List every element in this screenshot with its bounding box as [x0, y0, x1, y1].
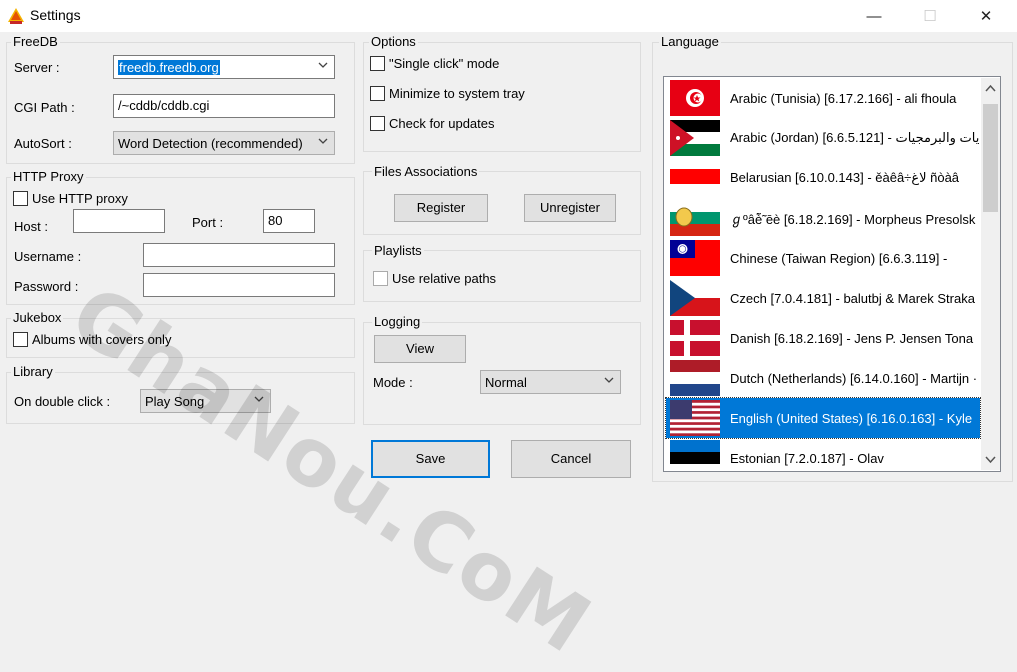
- checkbox-box[interactable]: [13, 191, 28, 206]
- language-item-label: English (United States) [6.16.0.163] - K…: [730, 410, 973, 426]
- minimize-to-tray-label: Minimize to system tray: [389, 86, 525, 101]
- language-list-item[interactable]: Arabic (Jordan) [6.6.5.121] - يات والبرم…: [666, 118, 980, 158]
- cgi-path-label: CGI Path :: [14, 100, 75, 115]
- password-input[interactable]: [143, 273, 335, 297]
- log-mode-select[interactable]: Normal: [480, 370, 621, 394]
- flag-tunisia-icon: [670, 80, 720, 116]
- flag-estonia-icon: [670, 440, 720, 471]
- app-logo-icon: [6, 6, 26, 26]
- language-list-item[interactable]: ℊºâè̃̃ ēè [6.18.2.169] - Morpheus Presol…: [666, 198, 980, 238]
- language-item-label: Dutch (Netherlands) [6.14.0.160] - Marti…: [730, 370, 978, 386]
- language-list-item[interactable]: Estonian [7.2.0.187] - Olav: [666, 438, 980, 471]
- close-button[interactable]: ✕: [963, 0, 1009, 32]
- logging-group-title: Logging: [372, 314, 423, 329]
- chevron-down-icon: [604, 377, 614, 383]
- checkbox-box[interactable]: [370, 56, 385, 71]
- server-combobox[interactable]: freedb.freedb.org: [113, 55, 335, 79]
- cancel-button[interactable]: Cancel: [511, 440, 631, 478]
- options-group-title: Options: [369, 34, 418, 49]
- language-item-label: Arabic (Tunisia) [6.17.2.166] - ali fhou…: [730, 90, 957, 106]
- language-group-title: Language: [659, 34, 721, 49]
- host-input[interactable]: [73, 209, 165, 233]
- library-group-title: Library: [11, 364, 55, 379]
- relative-paths-label: Use relative paths: [392, 271, 497, 286]
- minimize-button[interactable]: —: [851, 0, 897, 32]
- log-mode-value: Normal: [485, 375, 527, 390]
- flag-belarus-icon: [670, 160, 720, 196]
- port-label: Port :: [192, 215, 224, 230]
- flag-usa-icon: [670, 400, 720, 436]
- language-item-label: Czech [7.0.4.181] - balutbj & Marek Stra…: [730, 290, 975, 306]
- language-item-label: Chinese (Taiwan Region) [6.6.3.119] -: [730, 250, 948, 266]
- language-list-item[interactable]: English (United States) [6.16.0.163] - K…: [665, 397, 981, 439]
- check-updates-label: Check for updates: [389, 116, 495, 131]
- checkbox-box[interactable]: [370, 116, 385, 131]
- checkbox-box[interactable]: [13, 332, 28, 347]
- username-label: Username :: [14, 249, 82, 264]
- use-http-proxy-label: Use HTTP proxy: [32, 191, 128, 206]
- unregister-button[interactable]: Unregister: [524, 194, 616, 222]
- port-input[interactable]: 80: [263, 209, 315, 233]
- language-list-item[interactable]: Arabic (Tunisia) [6.17.2.166] - ali fhou…: [666, 78, 980, 118]
- single-click-mode-checkbox[interactable]: "Single click" mode: [370, 56, 499, 71]
- language-item-label: Danish [6.18.2.169] - Jens P. Jensen Ton…: [730, 330, 974, 346]
- playlists-group-title: Playlists: [372, 243, 424, 258]
- checkbox-box[interactable]: [370, 86, 385, 101]
- language-list[interactable]: Arabic (Tunisia) [6.17.2.166] - ali fhou…: [663, 76, 1001, 472]
- username-input[interactable]: [143, 243, 335, 267]
- scroll-up-icon[interactable]: [985, 84, 996, 92]
- scrollbar-thumb[interactable]: [983, 104, 998, 212]
- chevron-down-icon: [318, 62, 328, 68]
- freedb-group-title: FreeDB: [11, 34, 60, 49]
- flag-bulgaria-icon: [670, 200, 720, 236]
- language-list-item[interactable]: Czech [7.0.4.181] - balutbj & Marek Stra…: [666, 278, 980, 318]
- chevron-down-icon: [318, 138, 328, 144]
- language-list-item[interactable]: Dutch (Netherlands) [6.14.0.160] - Marti…: [666, 358, 980, 398]
- files-associations-group-title: Files Associations: [372, 164, 480, 179]
- server-label: Server :: [14, 60, 60, 75]
- server-value: freedb.freedb.org: [118, 60, 220, 75]
- checkbox-box[interactable]: [373, 271, 388, 286]
- view-log-button[interactable]: View: [374, 335, 466, 363]
- language-list-item[interactable]: Danish [6.18.2.169] - Jens P. Jensen Ton…: [666, 318, 980, 358]
- language-item-label: Arabic (Jordan) [6.6.5.121] - يات والبرم…: [730, 130, 980, 145]
- double-click-label: On double click :: [14, 394, 111, 409]
- cgi-path-input[interactable]: /~cddb/cddb.cgi: [113, 94, 335, 118]
- language-item-label: Belarusian [6.10.0.143] - ěàêâ÷لاغ ñòàâ: [730, 170, 960, 185]
- flag-denmark-icon: [670, 320, 720, 356]
- minimize-to-tray-checkbox[interactable]: Minimize to system tray: [370, 86, 525, 101]
- language-item-label: ℊºâè̃̃ ēè [6.18.2.169] - Morpheus Presol…: [730, 211, 976, 227]
- language-list-item[interactable]: Belarusian [6.10.0.143] - ěàêâ÷لاغ ñòàâ: [666, 158, 980, 198]
- check-updates-checkbox[interactable]: Check for updates: [370, 116, 495, 131]
- flag-jordan-icon: [670, 120, 720, 156]
- log-mode-label: Mode :: [373, 375, 413, 390]
- autosort-select[interactable]: Word Detection (recommended): [113, 131, 335, 155]
- language-list-item[interactable]: Chinese (Taiwan Region) [6.6.3.119] -: [666, 238, 980, 278]
- relative-paths-checkbox[interactable]: Use relative paths: [373, 271, 496, 286]
- flag-netherlands-icon: [670, 360, 720, 396]
- http-proxy-group-title: HTTP Proxy: [11, 169, 86, 184]
- autosort-label: AutoSort :: [14, 136, 72, 151]
- flag-taiwan-icon: [670, 240, 720, 276]
- scroll-down-icon[interactable]: [985, 456, 996, 464]
- jukebox-group-title: Jukebox: [11, 310, 64, 325]
- language-scrollbar[interactable]: [981, 78, 1000, 470]
- autosort-value: Word Detection (recommended): [118, 136, 303, 151]
- single-click-mode-label: "Single click" mode: [389, 56, 500, 71]
- password-label: Password :: [14, 279, 79, 294]
- language-item-label: Estonian [7.2.0.187] - Olav: [730, 450, 884, 466]
- flag-czech-icon: [670, 280, 720, 316]
- register-button[interactable]: Register: [394, 194, 488, 222]
- use-http-proxy-checkbox[interactable]: Use HTTP proxy: [13, 191, 128, 206]
- window-title: Settings: [30, 7, 81, 23]
- host-label: Host :: [14, 219, 48, 234]
- maximize-button: ☐: [923, 8, 937, 25]
- title-bar[interactable]: Settings — ☐ ✕: [0, 0, 1017, 32]
